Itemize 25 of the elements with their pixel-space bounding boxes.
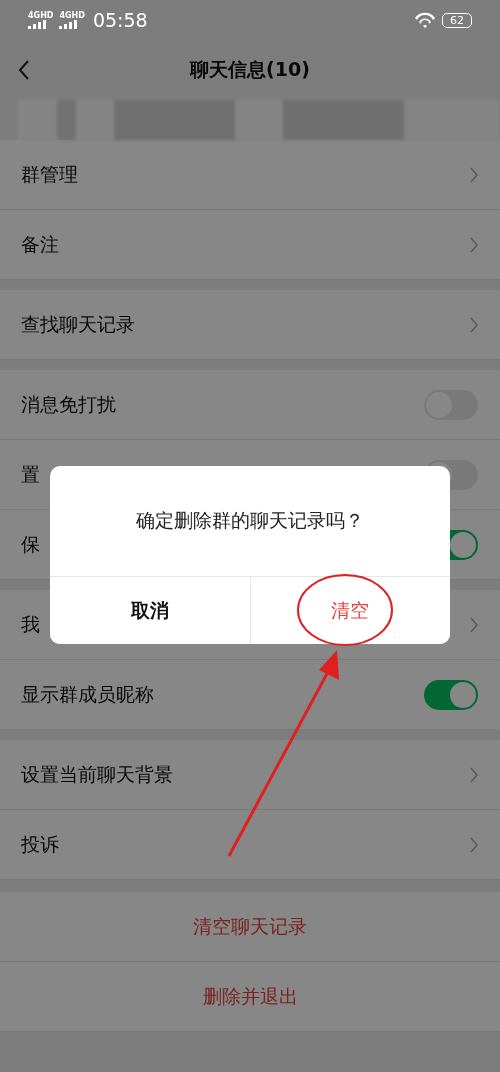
chevron-icon	[470, 766, 478, 783]
settings-row[interactable]: 设置当前聊天背景	[0, 740, 500, 810]
battery-level: 62	[442, 12, 472, 28]
network-label: 4GHD	[28, 11, 54, 20]
chevron-icon	[470, 236, 478, 253]
wifi-icon	[414, 12, 436, 28]
back-icon[interactable]	[18, 60, 30, 80]
settings-row[interactable]: 查找聊天记录	[0, 290, 500, 360]
chevron-icon	[470, 616, 478, 633]
signal-icon	[28, 20, 46, 29]
chevron-icon	[470, 166, 478, 183]
status-time: 05:58	[92, 9, 148, 31]
page-title: 聊天信息(10)	[188, 57, 311, 82]
network-label: 4GHD	[59, 11, 85, 20]
settings-row[interactable]: 备注	[0, 210, 500, 280]
dialog-button[interactable]: 清空	[249, 577, 450, 644]
danger-action[interactable]: 删除并退出	[0, 962, 500, 1032]
settings-row[interactable]: 投诉	[0, 810, 500, 880]
signal-icon	[59, 20, 78, 29]
toggle-switch[interactable]	[424, 679, 478, 710]
danger-action[interactable]: 清空聊天记录	[0, 892, 500, 962]
settings-row[interactable]: 群管理	[0, 140, 500, 210]
chevron-icon	[470, 316, 478, 333]
chevron-icon	[470, 836, 478, 853]
settings-row[interactable]: 消息免打扰	[0, 370, 500, 440]
